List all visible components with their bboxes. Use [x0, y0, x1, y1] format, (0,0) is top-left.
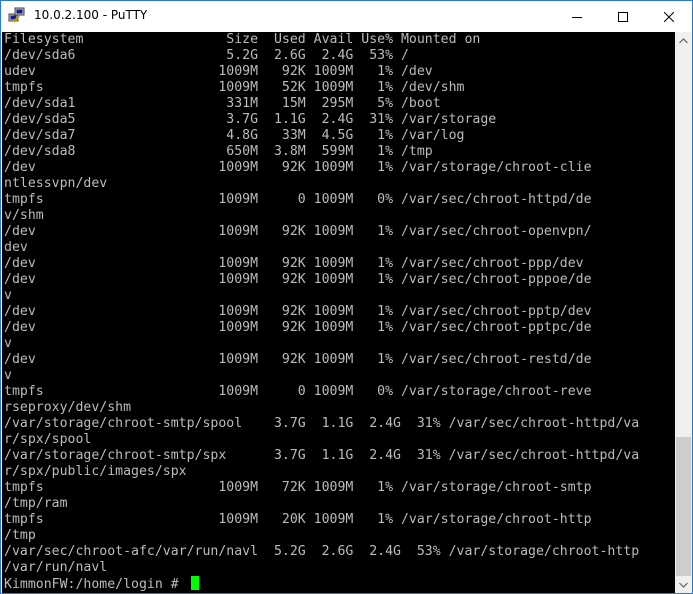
terminal-line: Filesystem Size Used Avail Use% Mounted … [4, 32, 481, 47]
terminal-line: tmpfs 1009M 72K 1009M 1% /var/storage/ch… [4, 480, 592, 495]
terminal-line: ntlessvpn/dev [4, 176, 108, 191]
terminal-line: rseproxy/dev/shm [4, 400, 132, 415]
shell-prompt: KimmonFW:/home/login # [4, 577, 187, 592]
scroll-down-button[interactable] [675, 576, 692, 593]
terminal-line: /dev 1009M 92K 1009M 1% /var/sec/chroot-… [4, 320, 592, 335]
putty-computers-icon[interactable] [8, 7, 26, 25]
scroll-up-arrow-icon [679, 37, 688, 43]
scroll-up-button[interactable] [675, 32, 692, 49]
terminal-line: udev 1009M 92K 1009M 1% /dev [4, 64, 433, 79]
terminal-line: v/shm [4, 208, 44, 223]
terminal-line: /dev/sda7 4.8G 33M 4.5G 1% /var/log [4, 128, 465, 143]
terminal-line: /tmp/ram [4, 496, 68, 511]
terminal-line: v [4, 288, 12, 303]
terminal-line: /dev 1009M 92K 1009M 1% /var/sec/chroot-… [4, 304, 592, 319]
terminal-line: /dev 1009M 92K 1009M 1% /var/sec/chroot-… [4, 272, 592, 287]
terminal-line: /dev/sda6 5.2G 2.6G 2.4G 53% / [4, 48, 409, 63]
terminal-line: /dev/sda8 650M 3.8M 599M 1% /tmp [4, 144, 433, 159]
putty-window: 10.0.2.100 - PuTTY Filesystem Size Used … [0, 0, 693, 594]
maximize-button[interactable] [600, 1, 646, 32]
scroll-thumb[interactable] [676, 437, 691, 576]
terminal-line: dev [4, 240, 28, 255]
title-bar[interactable]: 10.0.2.100 - PuTTY [1, 1, 692, 32]
command-prompt-line[interactable]: KimmonFW:/home/login # [4, 576, 639, 592]
scroll-down-arrow-icon [679, 582, 688, 588]
terminal-line: /dev 1009M 92K 1009M 1% /var/sec/chroot-… [4, 224, 592, 239]
terminal-line: tmpfs 1009M 52K 1009M 1% /dev/shm [4, 80, 465, 95]
minimize-icon [572, 16, 582, 18]
close-button[interactable] [646, 1, 692, 32]
terminal-line: /tmp [4, 528, 36, 543]
terminal-line: /var/sec/chroot-afc/var/run/navl 5.2G 2.… [4, 544, 640, 559]
terminal-line: v [4, 336, 12, 351]
terminal-line: /var/run/navl [4, 560, 108, 575]
terminal-line: /dev 1009M 92K 1009M 1% /var/sec/chroot-… [4, 256, 584, 271]
terminal-line: /var/storage/chroot-smtp/spool 3.7G 1.1G… [4, 416, 640, 431]
terminal-line: r/spx/public/images/spx [4, 464, 187, 479]
terminal-line: /dev 1009M 92K 1009M 1% /var/sec/chroot-… [4, 352, 592, 367]
terminal-area[interactable]: Filesystem Size Used Avail Use% Mounted … [2, 32, 675, 593]
terminal-line: tmpfs 1009M 0 1009M 0% /var/sec/chroot-h… [4, 192, 592, 207]
terminal-line: tmpfs 1009M 20K 1009M 1% /var/storage/ch… [4, 512, 592, 527]
terminal-line: /dev/sda1 331M 15M 295M 5% /boot [4, 96, 441, 111]
vertical-scrollbar[interactable] [675, 32, 692, 593]
terminal-line: v [4, 368, 12, 383]
window-title: 10.0.2.100 - PuTTY [34, 8, 148, 22]
terminal-line: /var/storage/chroot-smtp/spx 3.7G 1.1G 2… [4, 448, 640, 463]
close-icon [664, 11, 674, 22]
terminal-line: r/spx/spool [4, 432, 92, 447]
terminal-line: /dev/sda5 3.7G 1.1G 2.4G 31% /var/storag… [4, 112, 497, 127]
terminal-output: Filesystem Size Used Avail Use% Mounted … [4, 32, 639, 592]
terminal-cursor [190, 576, 199, 590]
terminal-line: tmpfs 1009M 0 1009M 0% /var/storage/chro… [4, 384, 592, 399]
terminal-line: /dev 1009M 92K 1009M 1% /var/storage/chr… [4, 160, 592, 175]
maximize-icon [618, 11, 628, 22]
minimize-button[interactable] [554, 1, 600, 32]
